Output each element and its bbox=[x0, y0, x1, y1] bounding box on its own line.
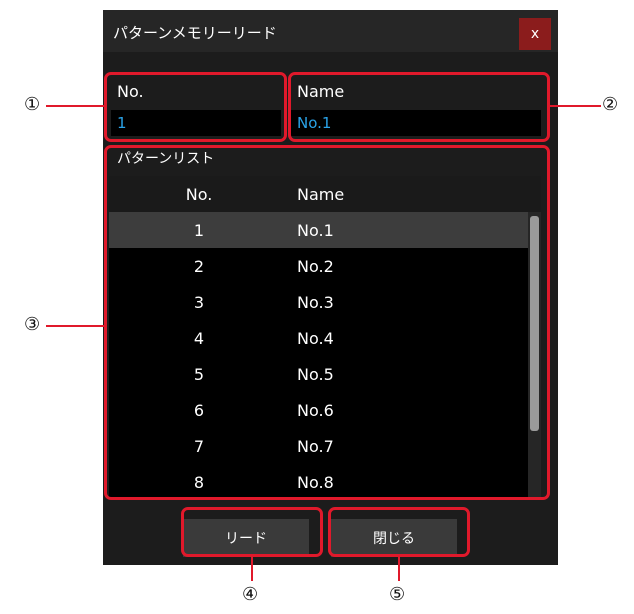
callout-4: ④ bbox=[242, 584, 259, 605]
callout-line-1 bbox=[46, 105, 105, 107]
callout-line-3 bbox=[46, 325, 105, 327]
callout-3: ③ bbox=[24, 314, 41, 335]
highlight-frame-1 bbox=[104, 72, 287, 142]
title-bar: パターンメモリーリード x bbox=[103, 10, 558, 52]
callout-5: ⑤ bbox=[389, 584, 406, 605]
callout-2: ② bbox=[602, 94, 619, 115]
callout-line-5 bbox=[398, 557, 400, 581]
callout-line-4 bbox=[251, 557, 253, 581]
highlight-frame-5 bbox=[328, 507, 470, 557]
callout-line-2 bbox=[549, 105, 601, 107]
highlight-frame-4 bbox=[181, 507, 323, 557]
close-window-button[interactable]: x bbox=[519, 18, 551, 50]
highlight-frame-3 bbox=[104, 145, 550, 500]
highlight-frame-2 bbox=[288, 72, 550, 142]
callout-1: ① bbox=[24, 94, 41, 115]
dialog-title: パターンメモリーリード bbox=[113, 24, 277, 42]
